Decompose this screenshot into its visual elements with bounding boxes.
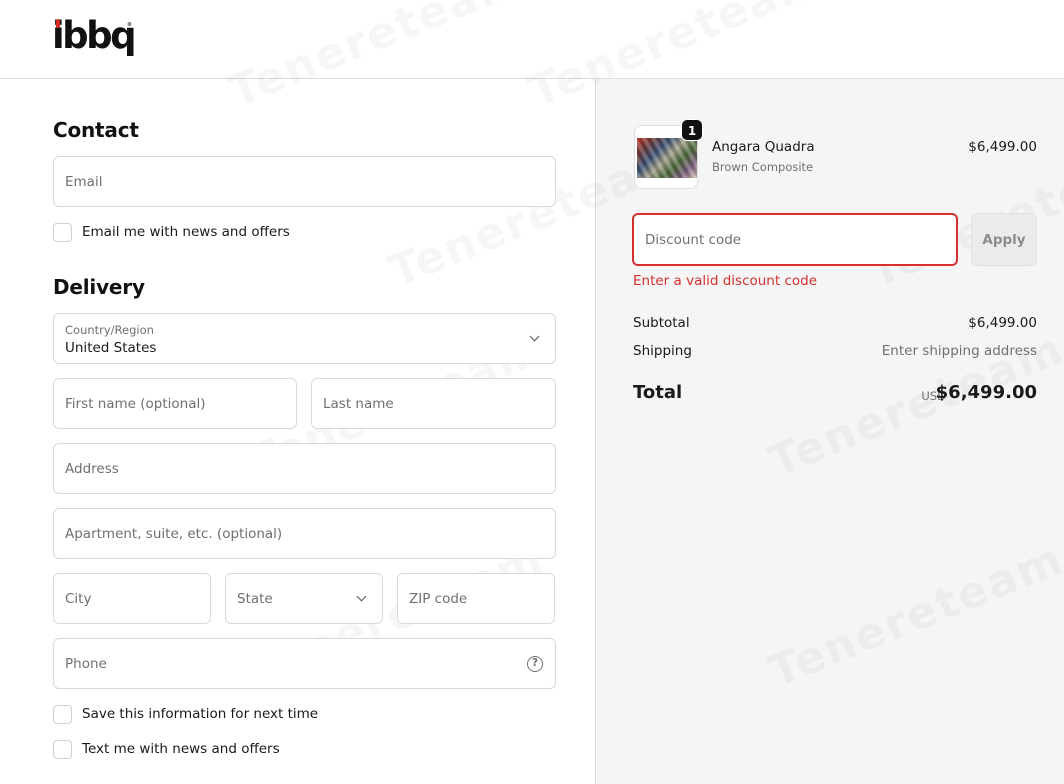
country-value: United States [65,340,157,356]
text-news-checkbox[interactable] [53,739,72,759]
product-price: $6,499.00 [968,139,1037,155]
product-image [637,138,697,178]
discount-error-message: Enter a valid discount code [633,273,818,289]
quantity-badge: 1 [681,119,703,141]
city-input[interactable] [65,589,199,609]
phone-input[interactable] [65,654,515,674]
apply-discount-button[interactable]: Apply [971,213,1037,266]
country-select[interactable]: Country/Region United States [53,313,556,364]
zip-field-container [397,573,555,624]
save-info-checkbox-row[interactable]: Save this information for next time [53,704,318,724]
first-name-input[interactable] [65,394,285,414]
apartment-field-container [53,508,556,559]
email-news-label[interactable]: Email me with news and offers [82,224,290,240]
save-info-label[interactable]: Save this information for next time [82,706,318,722]
discount-code-input[interactable] [645,230,945,250]
chevron-down-icon [356,591,367,602]
state-select[interactable]: State [225,573,383,624]
text-news-checkbox-row[interactable]: Text me with news and offers [53,739,280,759]
chevron-down-icon [529,331,540,342]
address-field-container [53,443,556,494]
logo-text: ibbq [52,14,137,57]
save-info-checkbox[interactable] [53,704,72,724]
product-variant: Brown Composite [712,160,814,174]
product-name: Angara Quadra [712,139,815,155]
address-input[interactable] [65,459,544,479]
total-value: $6,499.00 [935,382,1037,403]
contact-heading: Contact [53,118,139,142]
ibbq-logo[interactable]: ibbq [52,14,137,58]
delivery-heading: Delivery [53,275,145,299]
subtotal-value: $6,499.00 [968,315,1037,331]
site-header: ibbq ® [0,0,1064,79]
city-field-container [53,573,211,624]
shipping-value: Enter shipping address [881,343,1037,359]
phone-field-container: ? [53,638,556,689]
email-input[interactable] [65,172,544,192]
help-circle-icon[interactable]: ? [527,656,543,672]
discount-field-container [632,213,958,266]
email-field-container [53,156,556,207]
email-news-checkbox-row[interactable]: Email me with news and offers [53,222,290,242]
last-name-field-container [311,378,556,429]
email-news-checkbox[interactable] [53,222,72,242]
text-news-label[interactable]: Text me with news and offers [82,741,280,757]
zip-input[interactable] [409,589,543,609]
first-name-field-container [53,378,297,429]
apartment-input[interactable] [65,524,544,544]
state-placeholder: State [237,591,273,607]
logo-flame-mark [56,19,60,28]
subtotal-label: Subtotal [633,315,690,331]
total-label: Total [633,382,683,403]
last-name-input[interactable] [323,394,544,414]
country-label: Country/Region [65,323,154,337]
logo-trademark: ® [127,22,132,28]
shipping-label: Shipping [633,343,692,359]
